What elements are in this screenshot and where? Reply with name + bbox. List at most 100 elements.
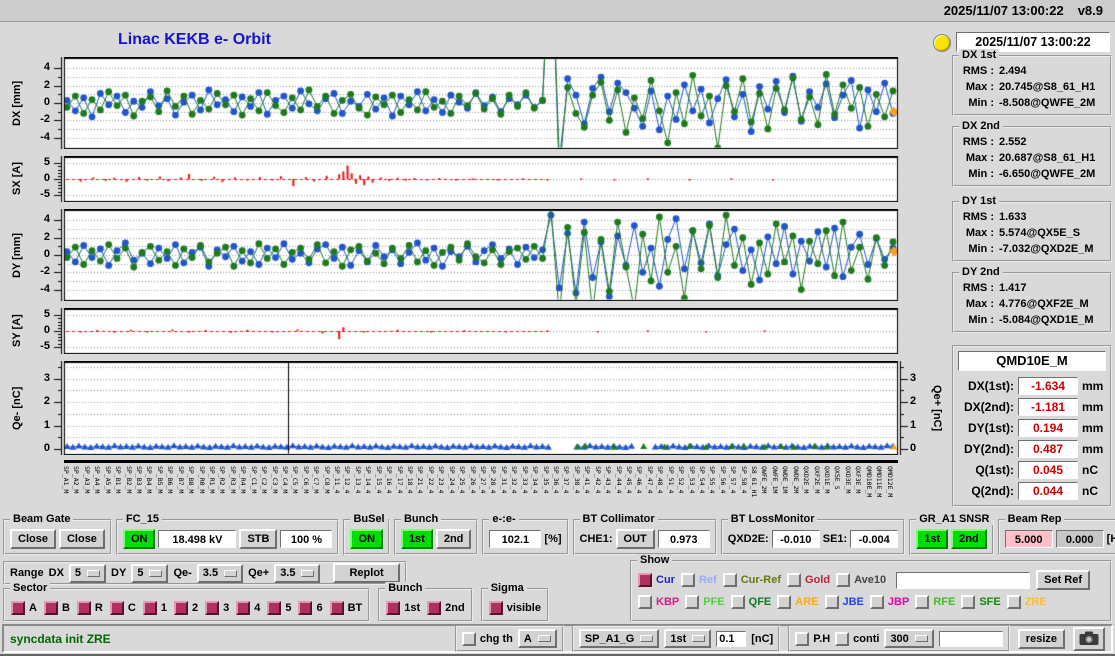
threshold-input[interactable] — [716, 630, 747, 647]
gr-a1-snsr-2nd-button[interactable]: 2nd — [951, 529, 987, 549]
show-option-rfe[interactable]: RFE — [915, 595, 955, 609]
sector-option-2[interactable]: 2 — [173, 600, 198, 615]
sector-option-c[interactable]: C — [109, 600, 136, 615]
chg-th-dropdown[interactable]: A — [517, 629, 557, 648]
checkbox-icon[interactable] — [824, 595, 839, 609]
beam-gate-close-button[interactable]: Close — [10, 529, 56, 549]
extra-input[interactable] — [938, 630, 1003, 647]
fc15-stb-button[interactable]: STB — [239, 529, 278, 549]
checkbox-icon[interactable] — [43, 600, 58, 615]
show-option-gold[interactable]: Gold — [787, 573, 830, 587]
set-ref-button[interactable]: Set Ref — [1036, 570, 1091, 590]
show-option-pfe[interactable]: PFE — [685, 595, 725, 609]
checkbox-icon[interactable] — [915, 595, 930, 609]
checkbox-icon[interactable] — [638, 573, 652, 587]
busel-on-button[interactable]: ON — [350, 529, 383, 549]
bt-collimator-out-button[interactable]: OUT — [615, 529, 655, 549]
checkbox-icon[interactable] — [777, 595, 792, 609]
checkbox-icon[interactable] — [835, 631, 850, 646]
sector-option-6[interactable]: 6 — [298, 600, 323, 615]
sector-option-4[interactable]: 4 — [236, 600, 261, 615]
sector-option-1[interactable]: 1 — [142, 600, 167, 615]
bt-lossmonitor-label: SE1: — [822, 533, 848, 545]
checkbox-icon[interactable] — [427, 600, 442, 615]
conti-checkbox[interactable]: conti — [835, 631, 879, 646]
stat-value: 4.776@QXF2E_M — [999, 298, 1089, 310]
gr-a1-snsr-1st-button[interactable]: 1st — [916, 529, 949, 549]
checkbox-icon[interactable] — [961, 595, 976, 609]
sp-monitor-dropdown[interactable]: SP_A1_G — [578, 629, 660, 648]
range-dy-dropdown[interactable]: 5 — [131, 563, 169, 583]
qe-plot-canvas — [50, 361, 912, 455]
checkbox-icon[interactable] — [329, 600, 344, 615]
set-ref-input[interactable] — [896, 571, 1031, 589]
show-option-ref[interactable]: Ref — [680, 573, 717, 587]
sigma-option-visible[interactable]: visible — [488, 600, 541, 615]
replot-button[interactable]: Replot — [333, 563, 400, 583]
checkbox-icon[interactable] — [869, 595, 884, 609]
ee-ratio-value-display: 102.1 — [489, 530, 542, 548]
stat-value: 1.417 — [999, 282, 1027, 294]
show-option-jbe[interactable]: JBE — [824, 595, 864, 609]
sector-option-a[interactable]: A — [11, 600, 37, 615]
checkbox-icon[interactable] — [386, 600, 401, 615]
bunch-state-1st-button[interactable]: 1st — [400, 529, 433, 549]
checkbox-icon[interactable] — [298, 600, 313, 615]
range-qe--dropdown[interactable]: 3.5 — [196, 563, 244, 583]
chg-th-checkbox[interactable]: chg th — [461, 631, 513, 646]
show-row-2: KBP PFE QFE ARE JBE JBP RFE SFE ZRE — [638, 591, 1104, 613]
screenshot-button[interactable] — [1073, 626, 1105, 651]
checkbox-icon[interactable] — [836, 573, 851, 587]
checkbox-icon[interactable] — [267, 600, 282, 615]
checkbox-icon[interactable] — [787, 573, 802, 587]
stat-box-dy-2nd: DY 2nd RMS : 1.417 Max : 4.776@QXF2E_M Min :-… — [952, 266, 1112, 333]
checkbox-icon[interactable] — [795, 631, 810, 646]
bunch-state-2nd-button[interactable]: 2nd — [435, 529, 472, 549]
sector-option-b[interactable]: B — [43, 600, 70, 615]
checkbox-icon[interactable] — [1006, 595, 1021, 609]
checkbox-icon[interactable] — [173, 600, 188, 615]
show-option-sfe[interactable]: SFE — [961, 595, 1001, 609]
sector-option-bt[interactable]: BT — [329, 600, 362, 615]
points-dropdown[interactable]: 300 — [884, 629, 934, 648]
checkbox-icon[interactable] — [685, 595, 700, 609]
show-option-kbp[interactable]: KBP — [638, 595, 679, 609]
show-option-qfe[interactable]: QFE — [730, 595, 771, 609]
checkbox-icon[interactable] — [236, 600, 251, 615]
sx-plot-canvas — [50, 156, 912, 202]
sector-option-5[interactable]: 5 — [267, 600, 291, 615]
checkbox-icon[interactable] — [680, 573, 695, 587]
checkbox-icon[interactable] — [638, 595, 652, 609]
plot-mode-group: P.H conti 300 — [788, 625, 1010, 652]
checkbox-icon[interactable] — [76, 600, 91, 615]
checkbox-icon[interactable] — [11, 600, 25, 615]
checkbox-icon[interactable] — [488, 600, 503, 615]
checkbox-icon[interactable] — [722, 573, 737, 587]
checkbox-icon[interactable] — [142, 600, 157, 615]
checkbox-icon[interactable] — [109, 600, 124, 615]
checkbox-icon[interactable] — [730, 595, 745, 609]
ph-label: P.H — [813, 632, 831, 645]
sector-option-3[interactable]: 3 — [205, 600, 229, 615]
sp-bunch-dropdown[interactable]: 1st — [664, 629, 712, 648]
show-option-cur-ref[interactable]: Cur-Ref — [722, 573, 781, 587]
show-option-ave10[interactable]: Ave10 — [836, 573, 886, 587]
checkbox-icon[interactable] — [205, 600, 220, 615]
checkbox-icon[interactable] — [461, 631, 476, 646]
x-label: SP_18_4 — [406, 466, 415, 494]
range-qe+-dropdown[interactable]: 3.5 — [274, 563, 321, 583]
ph-checkbox[interactable]: P.H — [795, 631, 831, 646]
sector-option-r[interactable]: R — [76, 600, 103, 615]
range-dx-dropdown[interactable]: 5 — [68, 563, 107, 583]
fc15-on-button[interactable]: ON — [122, 529, 156, 549]
resize-button[interactable]: resize — [1017, 628, 1065, 649]
sector-option-label: 4 — [254, 601, 261, 614]
show-option-jbp[interactable]: JBP — [869, 595, 909, 609]
monitor-row-value: 0.045 — [1018, 460, 1078, 479]
bunch-select-option-2nd[interactable]: 2nd — [427, 600, 465, 615]
show-option-cur[interactable]: Cur — [638, 573, 675, 587]
show-option-are[interactable]: ARE — [777, 595, 819, 609]
bunch-select-option-1st[interactable]: 1st — [386, 600, 420, 615]
show-option-zre[interactable]: ZRE — [1006, 595, 1047, 609]
beam-gate-close-button[interactable]: Close — [58, 529, 105, 549]
